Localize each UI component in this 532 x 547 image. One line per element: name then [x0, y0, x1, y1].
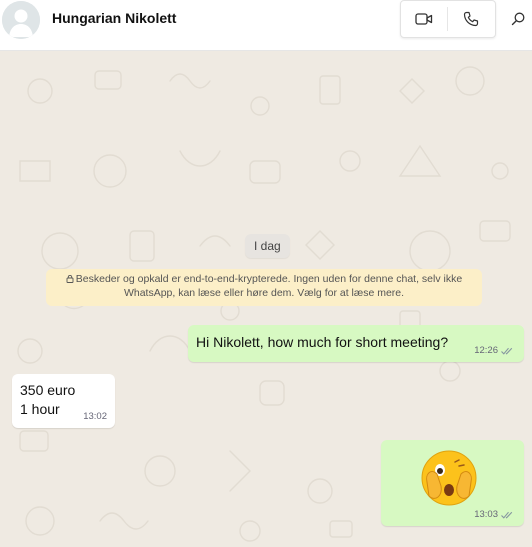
video-camera-icon: [415, 13, 433, 25]
encryption-notice-text: Beskeder og opkald er end-to-end-krypter…: [75, 273, 463, 299]
encryption-notice[interactable]: Beskeder og opkald er end-to-end-krypter…: [46, 269, 482, 306]
message-time: 12:26: [474, 345, 498, 356]
face-with-peeking-eye-icon: [421, 450, 477, 506]
date-separator: I dag: [245, 234, 290, 258]
message-time: 13:02: [83, 411, 107, 422]
voice-call-button[interactable]: [448, 1, 494, 37]
phone-icon: [463, 11, 479, 27]
chat-header: Hungarian Nikolett: [0, 0, 532, 51]
outgoing-message-bubble[interactable]: Hi Nikolett, how much for short meeting?…: [188, 325, 524, 362]
message-text-line: 1 hour: [20, 401, 60, 417]
double-check-icon: [501, 347, 513, 355]
search-button[interactable]: [508, 8, 528, 30]
double-check-icon: [501, 511, 513, 519]
video-call-button[interactable]: [401, 1, 447, 37]
message-text-line: 350 euro: [20, 382, 76, 398]
chat-area[interactable]: I dag Beskeder og opkald er end-to-end-k…: [0, 51, 532, 547]
message-text: Hi Nikolett, how much for short meeting?: [196, 334, 449, 350]
call-buttons-group: [400, 0, 496, 38]
search-icon: [511, 12, 525, 26]
lock-icon: [66, 274, 74, 283]
incoming-message-bubble[interactable]: 350 euro 1 hour 13:02: [12, 374, 115, 428]
outgoing-emoji-bubble[interactable]: 13:03: [381, 440, 524, 526]
contact-name[interactable]: Hungarian Nikolett: [52, 10, 176, 26]
contact-avatar[interactable]: [2, 1, 40, 39]
message-time: 13:03: [474, 509, 498, 520]
person-silhouette-icon: [2, 1, 40, 39]
